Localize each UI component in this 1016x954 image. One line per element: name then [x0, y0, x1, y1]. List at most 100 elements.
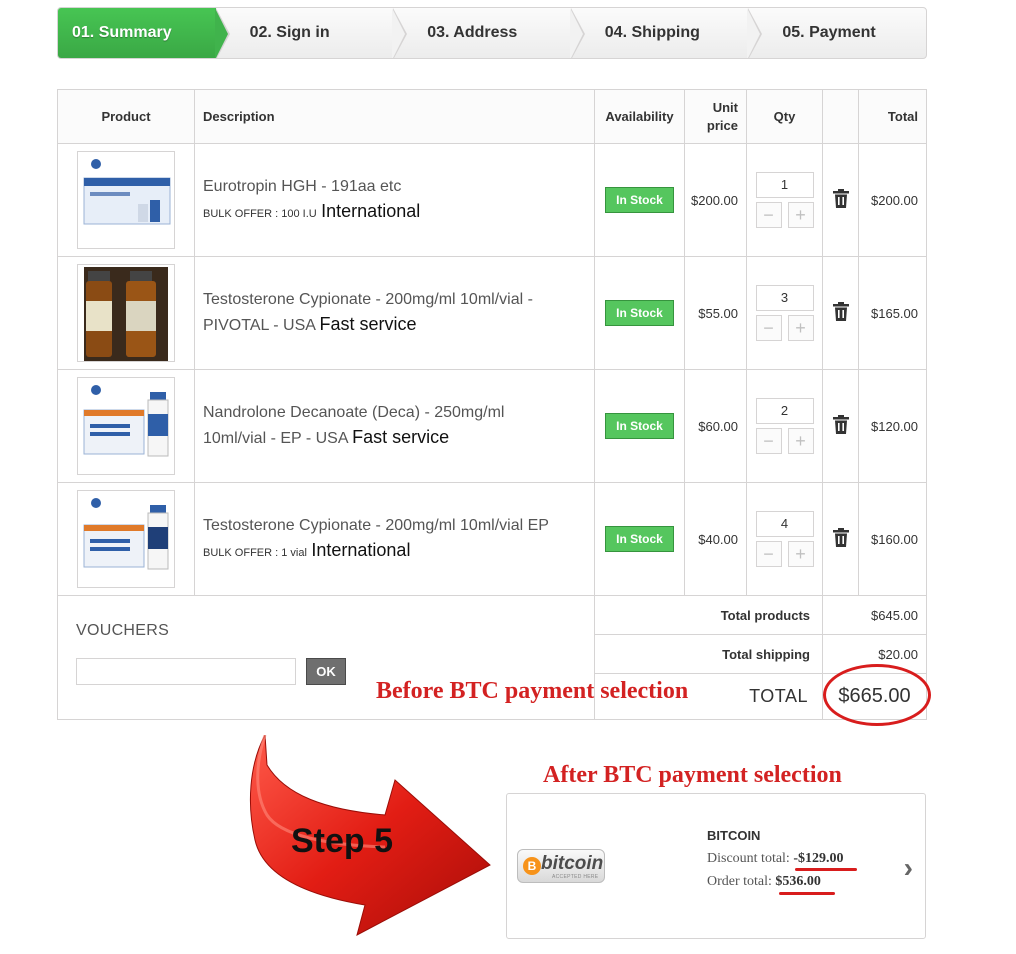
total-products-row: VOUCHERS OK Total products $645.00: [57, 595, 927, 720]
qty-increase-button[interactable]: +: [787, 541, 814, 567]
trash-icon[interactable]: [832, 415, 849, 434]
header-price-label: price: [706, 117, 738, 133]
chevron-right-icon[interactable]: ›: [904, 852, 913, 884]
product-tag: International: [321, 200, 421, 221]
header-qty: Qty: [746, 89, 823, 144]
delete-cell: [822, 482, 859, 596]
bitcoin-logo-subtext: ACCEPTED HERE: [552, 874, 599, 880]
qty-decrease-button[interactable]: −: [755, 428, 782, 454]
before-annotation: Before BTC payment selection: [376, 678, 689, 704]
product-name[interactable]: Eurotropin HGH - 191aa etc: [203, 175, 594, 199]
product-description: Nandrolone Decanoate (Deca) - 250mg/ml 1…: [194, 369, 595, 483]
unit-price: $55.00: [684, 256, 747, 370]
row-total: $165.00: [858, 256, 927, 370]
header-total: Total: [858, 89, 927, 144]
qty-decrease-button[interactable]: −: [755, 541, 782, 567]
trash-icon[interactable]: [832, 189, 849, 208]
stock-badge: In Stock: [605, 187, 674, 213]
header-description: Description: [194, 89, 595, 144]
stock-badge: In Stock: [605, 413, 674, 439]
delete-cell: [822, 369, 859, 483]
delete-cell: [822, 143, 859, 257]
qty-input[interactable]: 4: [755, 511, 814, 537]
step-five-label: Step 5: [291, 822, 394, 860]
step-summary[interactable]: 01. Summary: [58, 8, 230, 58]
product-description: Eurotropin HGH - 191aa etc BULK OFFER : …: [194, 143, 595, 257]
bitcoin-coin-icon: B: [523, 857, 541, 875]
table-row: Nandrolone Decanoate (Deca) - 250mg/ml 1…: [57, 369, 927, 483]
total-highlight-circle: [823, 664, 931, 726]
availability-cell: In Stock: [594, 143, 685, 257]
row-total: $160.00: [858, 482, 927, 596]
trash-icon[interactable]: [832, 528, 849, 547]
step-payment[interactable]: 05. Payment: [748, 8, 926, 58]
product-image-cell: [57, 143, 195, 257]
header-delete: [822, 89, 859, 144]
product-description: Testosterone Cypionate - 200mg/ml 10ml/v…: [194, 256, 595, 370]
discount-total-value: -$129.00: [793, 851, 844, 866]
row-total: $120.00: [858, 369, 927, 483]
after-annotation: After BTC payment selection: [543, 762, 842, 788]
product-name[interactable]: Nandrolone Decanoate (Deca) - 250mg/ml: [203, 401, 594, 425]
table-row: Testosterone Cypionate - 200mg/ml 10ml/v…: [57, 482, 927, 596]
header-unit-label: Unit: [712, 99, 738, 115]
qty-input[interactable]: 1: [755, 172, 814, 198]
stock-badge: In Stock: [605, 300, 674, 326]
table-header-row: Product Description Availability Unit pr…: [57, 89, 927, 144]
vouchers-title: VOUCHERS: [76, 622, 170, 639]
product-tag: Fast service: [319, 314, 417, 334]
order-total-line: Order total: $536.00: [707, 874, 821, 890]
qty-input[interactable]: 3: [755, 285, 814, 311]
step-payment-label: 05. Payment: [782, 24, 876, 41]
total-shipping-label: Total shipping: [594, 634, 823, 674]
discount-total-label: Discount total:: [707, 851, 790, 866]
step-sign-in-label: 02. Sign in: [249, 24, 330, 41]
product-tag: Fast service: [352, 427, 450, 447]
total-products-label: Total products: [594, 595, 823, 635]
product-description: Testosterone Cypionate - 200mg/ml 10ml/v…: [194, 482, 595, 596]
qty-increase-button[interactable]: +: [787, 202, 814, 228]
product-extra: BULK OFFER : 1 vial: [203, 546, 307, 559]
product-name[interactable]: Testosterone Cypionate - 200mg/ml 10ml/v…: [203, 514, 594, 538]
product-image-cell: [57, 482, 195, 596]
qty-decrease-button[interactable]: −: [755, 202, 782, 228]
unit-price: $40.00: [684, 482, 747, 596]
qty-input[interactable]: 2: [755, 398, 814, 424]
discount-total-line: Discount total: -$129.00: [707, 851, 844, 867]
bitcoin-payment-option[interactable]: B bitcoin ACCEPTED HERE BITCOIN Discount…: [506, 793, 926, 939]
qty-cell: 1 − +: [746, 143, 823, 257]
total-products-value: $645.00: [822, 595, 927, 635]
qty-cell: 4 − +: [746, 482, 823, 596]
header-unit-price: Unit price: [684, 89, 747, 144]
bitcoin-logo: B bitcoin ACCEPTED HERE: [517, 849, 605, 883]
payment-title: BITCOIN: [707, 828, 761, 843]
trash-icon[interactable]: [832, 302, 849, 321]
checkout-steps: 01. Summary 02. Sign in 03. Address 04. …: [57, 7, 927, 59]
product-image[interactable]: [77, 264, 175, 362]
qty-increase-button[interactable]: +: [787, 428, 814, 454]
step-shipping[interactable]: 04. Shipping: [571, 8, 762, 58]
product-image[interactable]: [77, 151, 175, 249]
product-name[interactable]: Testosterone Cypionate - 200mg/ml 10ml/v…: [203, 288, 594, 312]
availability-cell: In Stock: [594, 482, 685, 596]
row-total: $200.00: [858, 143, 927, 257]
qty-cell: 2 − +: [746, 369, 823, 483]
product-image[interactable]: [77, 377, 175, 475]
qty-decrease-button[interactable]: −: [755, 315, 782, 341]
qty-increase-button[interactable]: +: [787, 315, 814, 341]
product-image-cell: [57, 369, 195, 483]
bitcoin-logo-text: bitcoin: [541, 853, 604, 874]
unit-price: $200.00: [684, 143, 747, 257]
product-extra: BULK OFFER : 100 I.U: [203, 207, 317, 220]
table-row: Eurotropin HGH - 191aa etc BULK OFFER : …: [57, 143, 927, 257]
step-summary-label: 01. Summary: [72, 24, 172, 41]
voucher-input[interactable]: [76, 658, 296, 685]
availability-cell: In Stock: [594, 256, 685, 370]
step-sign-in[interactable]: 02. Sign in: [216, 8, 407, 58]
discount-underline: [795, 868, 857, 871]
product-image[interactable]: [77, 490, 175, 588]
step-address[interactable]: 03. Address: [393, 8, 585, 58]
voucher-ok-button[interactable]: OK: [306, 658, 346, 685]
delete-cell: [822, 256, 859, 370]
stock-badge: In Stock: [605, 526, 674, 552]
